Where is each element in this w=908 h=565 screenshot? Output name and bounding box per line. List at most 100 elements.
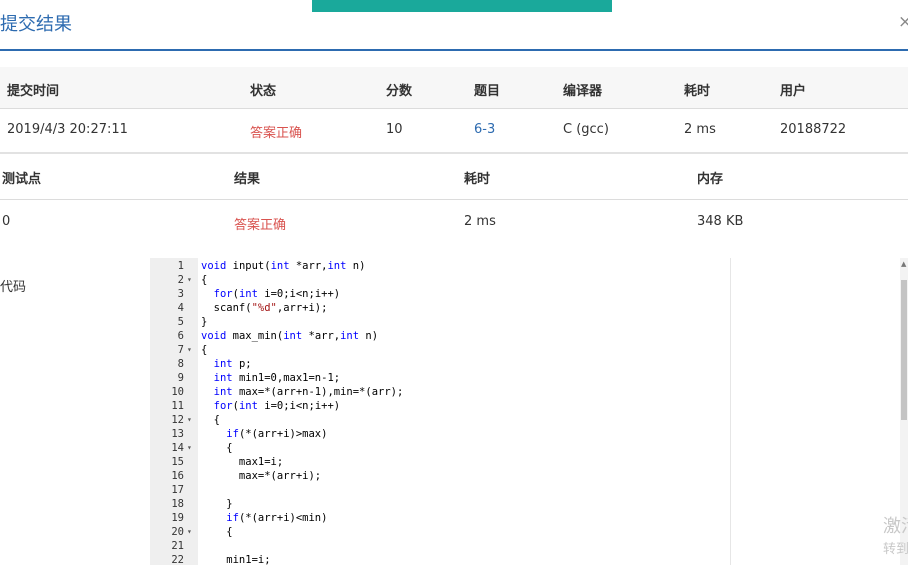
line-number: 9: [177, 372, 184, 384]
line-number: 6: [177, 330, 184, 342]
line-number: 15: [171, 456, 184, 468]
line-number: 18: [171, 498, 184, 510]
line-number: 8: [177, 358, 184, 370]
header-result: 结果: [234, 172, 261, 187]
code-line: 17: [150, 483, 730, 497]
code-line: 10 int max=*(arr+n-1),min=*(arr);: [150, 385, 730, 399]
problem-link[interactable]: 6-3: [474, 122, 495, 137]
code-text: }: [201, 498, 233, 510]
code-line: 18 }: [150, 497, 730, 511]
testcase-table-header: 测试点 结果 耗时 内存: [0, 154, 908, 200]
fold-toggle-icon[interactable]: ▾: [187, 343, 192, 357]
score-value: 10: [386, 122, 403, 137]
header-testcase-time: 耗时: [464, 172, 491, 187]
fold-toggle-icon[interactable]: ▾: [187, 413, 192, 427]
code-text: int min1=0,max1=n-1;: [213, 372, 341, 384]
line-number: 5: [177, 316, 184, 328]
code-line: 4 scanf("%d",arr+i);: [150, 301, 730, 315]
compiler-value: C (gcc): [563, 122, 609, 137]
fold-toggle-icon[interactable]: ▾: [187, 273, 192, 287]
code-line: 2 ▾ {: [150, 273, 730, 287]
code-line: 11 for(int i=0;i<n;i++): [150, 399, 730, 413]
code-text: max1=i;: [201, 456, 284, 468]
scroll-up-arrow-icon[interactable]: ▲: [901, 260, 906, 268]
line-number: 12: [171, 414, 184, 426]
code-text: {: [201, 274, 208, 286]
line-number: 13: [171, 428, 184, 440]
code-text: if(*(arr+i)>max): [226, 428, 328, 440]
header-problem: 题目: [474, 84, 501, 99]
header-testcase: 测试点: [2, 172, 42, 187]
fold-toggle-icon[interactable]: ▾: [187, 441, 192, 455]
code-line: 20 ▾ {: [150, 525, 730, 539]
status-badge: 答案正确: [250, 126, 303, 141]
code-editor[interactable]: 1 void input(int *arr,int n) 2 ▾{3 for(int …: [150, 258, 731, 565]
code-line: 14 ▾ {: [150, 441, 730, 455]
code-text: void max_min(int *arr,int n): [201, 330, 379, 342]
line-number: 7: [177, 344, 184, 356]
testcase-row: 0 答案正确 2 ms 348 KB: [0, 200, 908, 242]
testcase-memory: 348 KB: [697, 214, 744, 229]
line-number: 2: [177, 274, 184, 286]
testcase-result: 答案正确: [234, 218, 287, 233]
header-status: 状态: [250, 84, 277, 99]
dialog-title: 提交结果: [0, 14, 72, 35]
line-number: 16: [171, 470, 184, 482]
header-user: 用户: [780, 84, 807, 99]
code-line: 8 int p;: [150, 357, 730, 371]
code-text: }: [201, 316, 208, 328]
code-line: 16 max=*(arr+i);: [150, 469, 730, 483]
code-text: for(int i=0;i<n;i++): [213, 400, 341, 412]
submit-time: 2019/4/3 20:27:11: [7, 122, 128, 137]
line-number: 11: [171, 400, 184, 412]
line-number: 10: [171, 386, 184, 398]
code-text: scanf("%d",arr+i);: [201, 302, 328, 314]
code-text: max=*(arr+i);: [201, 470, 322, 482]
code-line: 1 void input(int *arr,int n): [150, 259, 730, 273]
code-line: 12 ▾ {: [150, 413, 730, 427]
line-number: 22: [171, 554, 184, 565]
header-score: 分数: [386, 84, 413, 99]
code-line: 13 if(*(arr+i)>max): [150, 427, 730, 441]
code-line: 7 ▾ {: [150, 343, 730, 357]
testcase-time: 2 ms: [464, 214, 496, 229]
code-text: for(int i=0;i<n;i++): [213, 288, 341, 300]
scrollbar-thumb[interactable]: [901, 280, 907, 420]
fold-toggle-icon[interactable]: ▾: [187, 525, 192, 539]
line-number: 17: [171, 484, 184, 496]
submission-table-header: 提交时间 状态 分数 题目 编译器 耗时 用户: [0, 67, 908, 109]
line-number: 19: [171, 512, 184, 524]
line-number: 14: [171, 442, 184, 454]
code-text: {: [201, 344, 208, 356]
activation-watermark-sub: 转到: [883, 542, 908, 557]
testcase-id: 0: [2, 214, 11, 229]
header-submit-time: 提交时间: [7, 84, 60, 99]
activation-watermark: 激活: [883, 516, 908, 537]
user-value: 20188722: [780, 122, 847, 137]
code-text: int max=*(arr+n-1),min=*(arr);: [213, 386, 404, 398]
code-line: 9 int min1=0,max1=n-1;: [150, 371, 730, 385]
code-text: int p;: [213, 358, 252, 370]
header-compiler: 编译器: [563, 84, 603, 99]
code-line: 5}: [150, 315, 730, 329]
header-elapsed: 耗时: [684, 84, 711, 99]
code-line: 22 min1=i;: [150, 553, 730, 565]
code-line: 15 max1=i;: [150, 455, 730, 469]
code-line: 3 for(int i=0;i<n;i++): [150, 287, 730, 301]
close-icon[interactable]: ×: [898, 12, 908, 32]
code-section-label: 代码: [0, 280, 27, 295]
code-text: {: [201, 442, 233, 454]
line-number: 20: [171, 526, 184, 538]
code-text: min1=i;: [201, 554, 271, 565]
line-number: 3: [177, 288, 184, 300]
line-number: 4: [177, 302, 184, 314]
elapsed-value: 2 ms: [684, 122, 716, 137]
code-line: 21: [150, 539, 730, 553]
code-line: 19 if(*(arr+i)<min): [150, 511, 730, 525]
code-text: {: [201, 414, 220, 426]
line-number: 1: [177, 260, 184, 272]
top-progress-bar: [312, 0, 612, 12]
code-text: if(*(arr+i)<min): [226, 512, 328, 524]
code-text: {: [201, 526, 233, 538]
submission-row: 2019/4/3 20:27:11 答案正确 10 6-3 C (gcc) 2 …: [0, 108, 908, 154]
